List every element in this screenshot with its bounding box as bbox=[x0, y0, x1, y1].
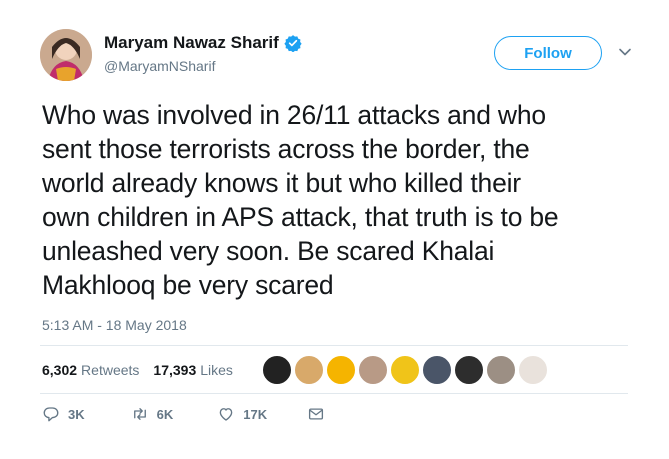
liker-avatar[interactable] bbox=[454, 355, 484, 385]
reply-count: 3K bbox=[68, 406, 85, 422]
liker-avatar[interactable] bbox=[326, 355, 356, 385]
liker-avatar[interactable] bbox=[518, 355, 548, 385]
tweet-text-line: Makhlooq be very scared bbox=[42, 270, 334, 300]
author-handle[interactable]: @MaryamNSharif bbox=[104, 58, 215, 74]
tweet-card: Maryam Nawaz Sharif @MaryamNSharif Follo… bbox=[0, 0, 669, 459]
author-display-name[interactable]: Maryam Nawaz Sharif bbox=[104, 33, 279, 53]
tweet-text: Who was involved in 26/11 attacks and wh… bbox=[42, 98, 642, 302]
author-avatar[interactable] bbox=[40, 29, 92, 81]
liker-avatar[interactable] bbox=[486, 355, 516, 385]
divider bbox=[40, 393, 628, 394]
heart-icon bbox=[219, 408, 233, 421]
direct-message-button[interactable] bbox=[307, 405, 333, 423]
engagement-stats: 6,302 Retweets 17,393 Likes bbox=[42, 362, 233, 378]
likes-stat[interactable]: 17,393 Likes bbox=[153, 362, 233, 378]
likers-avatar-list bbox=[262, 355, 550, 385]
liker-avatar[interactable] bbox=[358, 355, 388, 385]
reply-icon bbox=[43, 407, 59, 422]
tweet-text-line: world already knows it but who killed th… bbox=[42, 168, 521, 198]
follow-button[interactable]: Follow bbox=[494, 36, 602, 70]
liker-avatar[interactable] bbox=[262, 355, 292, 385]
tweet-actions: 3K 6K 17K bbox=[42, 405, 333, 423]
retweets-label: Retweets bbox=[81, 362, 140, 378]
tweet-text-line: own children in APS attack, that truth i… bbox=[42, 202, 559, 232]
divider bbox=[40, 345, 628, 346]
tweet-timestamp[interactable]: 5:13 AM - 18 May 2018 bbox=[42, 317, 187, 333]
retweets-stat[interactable]: 6,302 Retweets bbox=[42, 362, 139, 378]
likes-count: 17,393 bbox=[153, 362, 197, 378]
like-count: 17K bbox=[243, 406, 268, 422]
chevron-down-icon[interactable] bbox=[618, 45, 632, 59]
tweet-text-line: sent those terrorists across the border,… bbox=[42, 134, 530, 164]
liker-avatar[interactable] bbox=[294, 355, 324, 385]
tweet-text-line: unleashed very soon. Be scared Khalai bbox=[42, 236, 495, 266]
liker-avatar[interactable] bbox=[422, 355, 452, 385]
tweet-text-line: Who was involved in 26/11 attacks and wh… bbox=[42, 100, 546, 130]
envelope-icon bbox=[309, 408, 324, 420]
like-button[interactable]: 17K bbox=[217, 405, 267, 423]
verified-badge-icon bbox=[284, 35, 302, 52]
retweet-count: 6K bbox=[156, 406, 174, 422]
reply-button[interactable]: 3K bbox=[42, 405, 85, 423]
retweet-button[interactable]: 6K bbox=[131, 405, 174, 423]
avatar-image-icon bbox=[40, 29, 92, 81]
retweet-icon bbox=[133, 408, 146, 420]
retweets-count: 6,302 bbox=[42, 362, 78, 378]
author-name-row[interactable]: Maryam Nawaz Sharif bbox=[104, 33, 302, 53]
likes-label: Likes bbox=[200, 362, 233, 378]
liker-avatar[interactable] bbox=[390, 355, 420, 385]
